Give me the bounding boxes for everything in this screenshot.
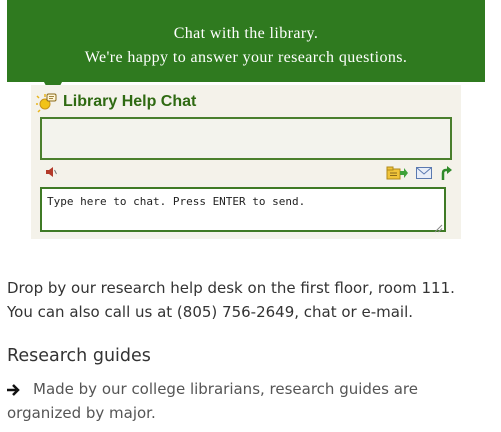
- envelope-icon[interactable]: [416, 167, 432, 179]
- chat-header: Library Help Chat: [36, 91, 196, 113]
- help-desk-line: Drop by our research help desk on the fi…: [7, 279, 455, 297]
- page: Chat with the library. We're happy to an…: [0, 0, 501, 432]
- banner-line-2: We're happy to answer your research ques…: [84, 49, 408, 66]
- resize-grip-icon[interactable]: [434, 220, 443, 238]
- chat-transcript[interactable]: [40, 117, 452, 160]
- chat-message-input[interactable]: [40, 187, 446, 232]
- arrow-right-icon: [7, 377, 21, 401]
- chat-toolbar: [386, 165, 452, 181]
- chat-widget: Library Help Chat: [31, 85, 461, 239]
- research-guides-description: Made by our college librarians, research…: [7, 377, 487, 425]
- speaker-icon[interactable]: [45, 166, 57, 178]
- banner-line-1: Chat with the library.: [173, 25, 319, 42]
- research-guides-text: Made by our college librarians, research…: [7, 380, 418, 422]
- research-guides-heading[interactable]: Research guides: [7, 346, 151, 366]
- chat-logo-icon: [36, 91, 58, 113]
- folder-transfer-icon[interactable]: [386, 165, 408, 181]
- help-desk-info: Drop by our research help desk on the fi…: [7, 276, 487, 324]
- chat-invite-banner: Chat with the library. We're happy to an…: [7, 0, 485, 82]
- contact-line: You can also call us at (805) 756-2649, …: [7, 303, 414, 321]
- popout-arrow-icon[interactable]: [440, 166, 452, 180]
- chat-title: Library Help Chat: [63, 93, 197, 110]
